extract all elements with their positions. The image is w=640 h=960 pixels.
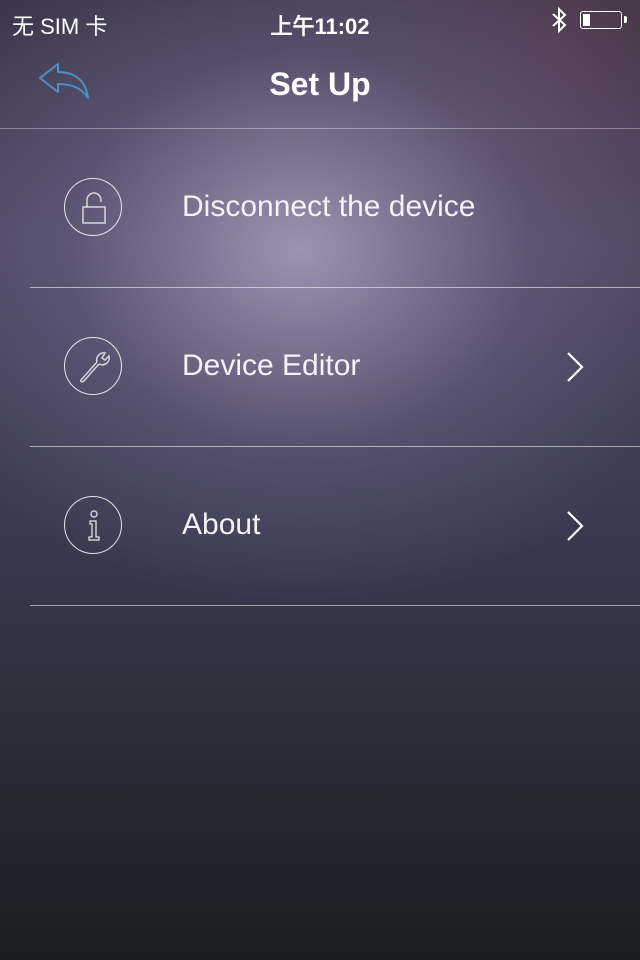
navigation-bar: Set Up bbox=[0, 40, 640, 129]
chevron-right-icon bbox=[567, 352, 584, 382]
page-title: Set Up bbox=[269, 66, 371, 102]
menu-item-about[interactable]: About bbox=[30, 447, 640, 606]
menu-item-disconnect[interactable]: Disconnect the device bbox=[30, 129, 640, 288]
menu-item-label: Disconnect the device bbox=[182, 190, 476, 223]
info-icon bbox=[64, 496, 122, 554]
clock: 上午11:02 bbox=[270, 14, 370, 39]
menu-item-label: About bbox=[182, 508, 261, 541]
menu-item-label: Device Editor bbox=[182, 349, 361, 382]
battery-tip bbox=[624, 16, 627, 23]
status-bar: 无 SIM 卡 上午11:02 bbox=[0, 0, 640, 40]
menu-item-device-editor[interactable]: Device Editor bbox=[30, 288, 640, 447]
bluetooth-icon bbox=[552, 6, 567, 34]
settings-menu: Disconnect the device Device Editor Abou… bbox=[0, 129, 640, 606]
battery-icon bbox=[580, 11, 622, 29]
battery-level bbox=[583, 14, 590, 26]
wrench-icon bbox=[64, 337, 122, 395]
unlock-icon bbox=[64, 178, 122, 236]
chevron-right-icon bbox=[567, 511, 584, 541]
